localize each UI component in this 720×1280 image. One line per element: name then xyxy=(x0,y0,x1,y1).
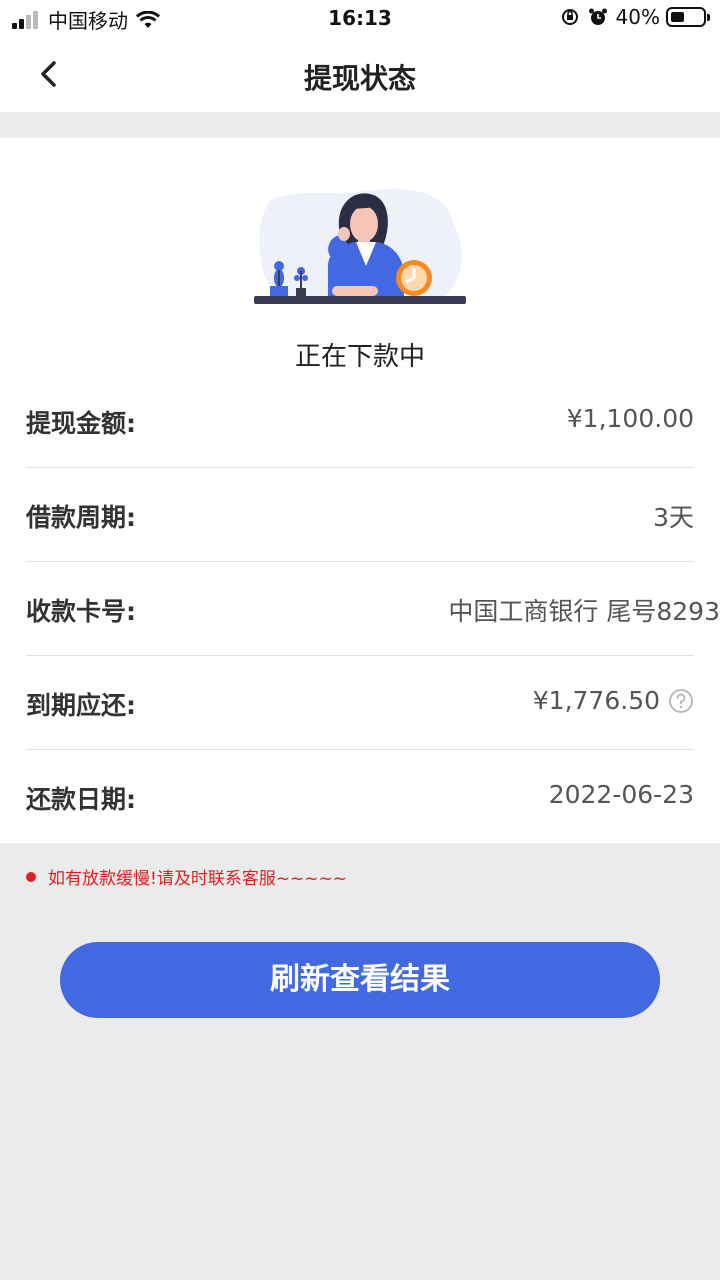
alarm-icon xyxy=(588,8,607,25)
detail-label: 收款卡号: xyxy=(26,597,136,626)
detail-value: ¥1,776.50 xyxy=(533,686,694,715)
detail-list: 提现金额: ¥1,100.00 借款周期: 3天 收款卡号: 中国工商银行 尾号… xyxy=(26,374,720,844)
nav-bar: 提现状态 xyxy=(0,36,720,112)
detail-row-amount: 提现金额: ¥1,100.00 xyxy=(26,374,694,468)
notice-text: 如有放款缓慢!请及时联系客服~~~~~ xyxy=(48,869,348,889)
detail-value: 3天 xyxy=(653,503,694,532)
detail-row-period: 借款周期: 3天 xyxy=(26,468,694,562)
detail-label: 借款周期: xyxy=(26,503,136,532)
rotation-lock-icon xyxy=(561,9,578,25)
status-bar: 中国移动 16:13 40% xyxy=(0,0,720,36)
detail-label: 提现金额: xyxy=(26,409,136,438)
battery-percent: 40% xyxy=(615,5,660,29)
detail-value: 2022-06-23 xyxy=(548,780,694,809)
detail-row-card: 收款卡号: 中国工商银行 尾号8293 xyxy=(26,562,720,656)
battery-icon xyxy=(666,7,710,27)
detail-value: ¥1,100.00 xyxy=(566,404,694,433)
withdraw-status-card: 正在下款中 提现金额: ¥1,100.00 借款周期: 3天 收款卡号: 中国工… xyxy=(0,138,720,843)
red-dot-icon xyxy=(26,871,36,882)
refresh-result-button[interactable]: 刷新查看结果 xyxy=(60,942,660,1018)
detail-row-due-amount: 到期应还: ¥1,776.50 xyxy=(26,656,694,750)
page-title: 提现状态 xyxy=(303,62,416,95)
detail-label: 到期应还: xyxy=(26,691,136,720)
detail-row-due-date: 还款日期: 2022-06-23 xyxy=(26,750,694,844)
question-mark-icon[interactable] xyxy=(668,688,694,714)
waiting-woman-illustration xyxy=(254,188,466,304)
detail-value: 中国工商银行 尾号8293 xyxy=(448,597,720,626)
detail-label: 还款日期: xyxy=(26,785,136,814)
delay-notice: 如有放款缓慢!请及时联系客服~~~~~ xyxy=(26,864,347,889)
status-message: 正在下款中 xyxy=(294,342,425,372)
